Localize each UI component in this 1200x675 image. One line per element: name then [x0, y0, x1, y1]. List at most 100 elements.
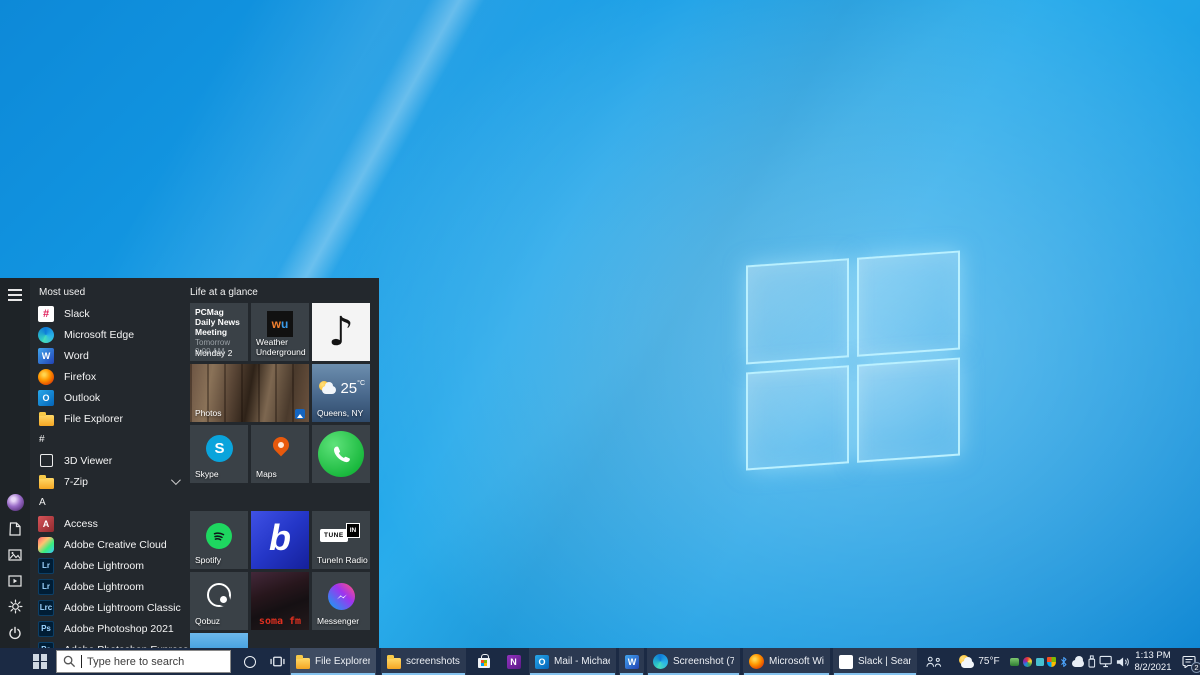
windows-logo-pane: [746, 365, 849, 471]
tile-calendar[interactable]: PCMag Daily News Meeting Tomorrow 9:00 A…: [190, 303, 248, 361]
cortana-icon: [244, 656, 256, 668]
tile-whatsapp[interactable]: [312, 425, 370, 483]
tile-tunein-radio[interactable]: TUNEIN TuneIn Radio: [312, 511, 370, 569]
cortana-button[interactable]: [237, 648, 263, 675]
tile-skype[interactable]: S Skype: [190, 425, 248, 483]
tray-icon-pinwheel[interactable]: [1023, 657, 1032, 667]
start-button[interactable]: [25, 648, 55, 675]
taskbar-button-firefox[interactable]: Microsoft Window...: [743, 648, 830, 675]
taskbar-button-file-explorer[interactable]: File Explorer: [290, 648, 376, 675]
app-item-adobe-creative-cloud[interactable]: Adobe Creative Cloud: [30, 534, 188, 555]
bluetooth-icon[interactable]: [1059, 656, 1068, 668]
photos-app-icon: [295, 409, 305, 419]
tile-somafm[interactable]: soma fm: [251, 572, 309, 630]
text-caret: [81, 655, 82, 668]
3d-viewer-icon: [38, 453, 54, 469]
lightroom-icon: Lr: [38, 558, 54, 574]
app-item-outlook[interactable]: O Outlook: [30, 387, 188, 408]
7zip-folder-icon: [38, 474, 54, 490]
weather-sun-cloud-icon: [958, 655, 974, 669]
taskbar-button-slack[interactable]: # Slack | Sean Carrol...: [833, 648, 917, 675]
taskbar: File Explorer screenshots N O Mail - Mic…: [0, 648, 1200, 675]
music-note-icon: ♪: [328, 309, 354, 355]
weather-widget[interactable]: 75°F: [950, 648, 1008, 675]
messenger-icon: [328, 583, 355, 610]
hamburger-menu-icon[interactable]: [8, 289, 22, 304]
word-icon: W: [38, 348, 54, 364]
taskbar-button-edge[interactable]: Screenshot (75).pn...: [647, 648, 740, 675]
edge-icon: [38, 327, 54, 343]
section-header-a[interactable]: A: [30, 492, 188, 513]
app-item-access[interactable]: A Access: [30, 513, 188, 534]
tile-messenger[interactable]: Messenger: [312, 572, 370, 630]
usb-device-icon[interactable]: [1088, 655, 1096, 668]
section-header-hash[interactable]: #: [30, 429, 188, 450]
app-item-firefox[interactable]: Firefox: [30, 366, 188, 387]
tile-weather-underground[interactable]: wu Weather Underground: [251, 303, 309, 361]
volume-icon[interactable]: [1116, 656, 1130, 668]
taskbar-clock[interactable]: 1:13 PM 8/2/2021: [1130, 648, 1176, 675]
lightroom-icon: Lr: [38, 579, 54, 595]
display-icon[interactable]: [1099, 655, 1112, 668]
tiles-group-header: Life at a glance: [190, 282, 258, 303]
user-avatar[interactable]: [7, 494, 24, 511]
app-item-adobe-lightroom-2[interactable]: Lr Adobe Lightroom: [30, 576, 188, 597]
creative-cloud-icon: [38, 537, 54, 553]
windows-start-icon: [33, 654, 48, 669]
whatsapp-icon: [318, 431, 364, 477]
tiles-grid: PCMag Daily News Meeting Tomorrow 9:00 A…: [190, 303, 375, 648]
taskbar-search[interactable]: [56, 650, 231, 673]
tray-icon-teal[interactable]: [1036, 658, 1044, 666]
app-item-file-explorer[interactable]: File Explorer: [30, 408, 188, 429]
search-input[interactable]: [87, 656, 217, 668]
app-item-adobe-photoshop-2021[interactable]: Ps Adobe Photoshop 2021: [30, 618, 188, 639]
task-view-button[interactable]: [264, 648, 290, 675]
taskbar-button-store[interactable]: [470, 648, 498, 675]
app-item-adobe-lightroom[interactable]: Lr Adobe Lightroom: [30, 555, 188, 576]
tile-qobuz[interactable]: Qobuz: [190, 572, 248, 630]
bandcamp-icon: b: [269, 517, 291, 559]
app-item-slack[interactable]: # Slack: [30, 303, 188, 324]
pictures-icon[interactable]: [7, 546, 24, 563]
notification-badge: 2: [1191, 662, 1200, 673]
app-item-word[interactable]: W Word: [30, 345, 188, 366]
power-icon[interactable]: [7, 624, 24, 641]
tile-bandcamp[interactable]: b: [251, 511, 309, 569]
windows-logo-pane: [746, 258, 849, 364]
tray-icon-green[interactable]: [1010, 658, 1019, 666]
taskbar-button-screenshots[interactable]: screenshots: [381, 648, 466, 675]
tile-partial[interactable]: [190, 633, 248, 648]
people-button[interactable]: [920, 648, 948, 675]
tile-photos[interactable]: Photos: [190, 364, 309, 422]
app-item-7zip[interactable]: 7-Zip: [30, 471, 188, 492]
chevron-down-icon[interactable]: [171, 475, 181, 485]
documents-icon[interactable]: [7, 520, 24, 537]
weather-underground-logo: wu: [267, 311, 293, 337]
tile-maps[interactable]: Maps: [251, 425, 309, 483]
microsoft-store-icon: [478, 658, 490, 668]
action-center-button[interactable]: 2: [1178, 648, 1200, 675]
windows-security-icon[interactable]: [1047, 657, 1056, 667]
file-explorer-icon: [38, 411, 54, 427]
start-app-list: Most used # Slack Microsoft Edge W Word …: [30, 282, 188, 648]
settings-gear-icon[interactable]: [7, 598, 24, 615]
spotify-icon: [206, 523, 232, 549]
tile-spotify[interactable]: Spotify: [190, 511, 248, 569]
app-item-3d-viewer[interactable]: 3D Viewer: [30, 450, 188, 471]
onedrive-icon[interactable]: [1072, 660, 1084, 667]
windows-logo-pane: [857, 357, 960, 463]
taskbar-button-mail[interactable]: O Mail - Michael Mu...: [529, 648, 616, 675]
tile-msn-weather[interactable]: 25°C Queens, NY: [312, 364, 370, 422]
cloud-icon: [322, 386, 336, 394]
taskbar-button-word[interactable]: W: [619, 648, 644, 675]
firefox-icon: [749, 654, 764, 669]
most-used-header: Most used: [30, 282, 188, 303]
videos-icon[interactable]: [7, 572, 24, 589]
tunein-logo: TUNEIN: [320, 528, 360, 543]
taskbar-button-onenote[interactable]: N: [500, 648, 527, 675]
app-item-microsoft-edge[interactable]: Microsoft Edge: [30, 324, 188, 345]
app-item-adobe-photoshop-express[interactable]: Ps Adobe Photoshop Express: [30, 639, 188, 648]
clock-time: 1:13 PM: [1135, 650, 1170, 662]
tile-groove-music[interactable]: ♪: [312, 303, 370, 361]
app-item-adobe-lightroom-classic[interactable]: Lrc Adobe Lightroom Classic: [30, 597, 188, 618]
